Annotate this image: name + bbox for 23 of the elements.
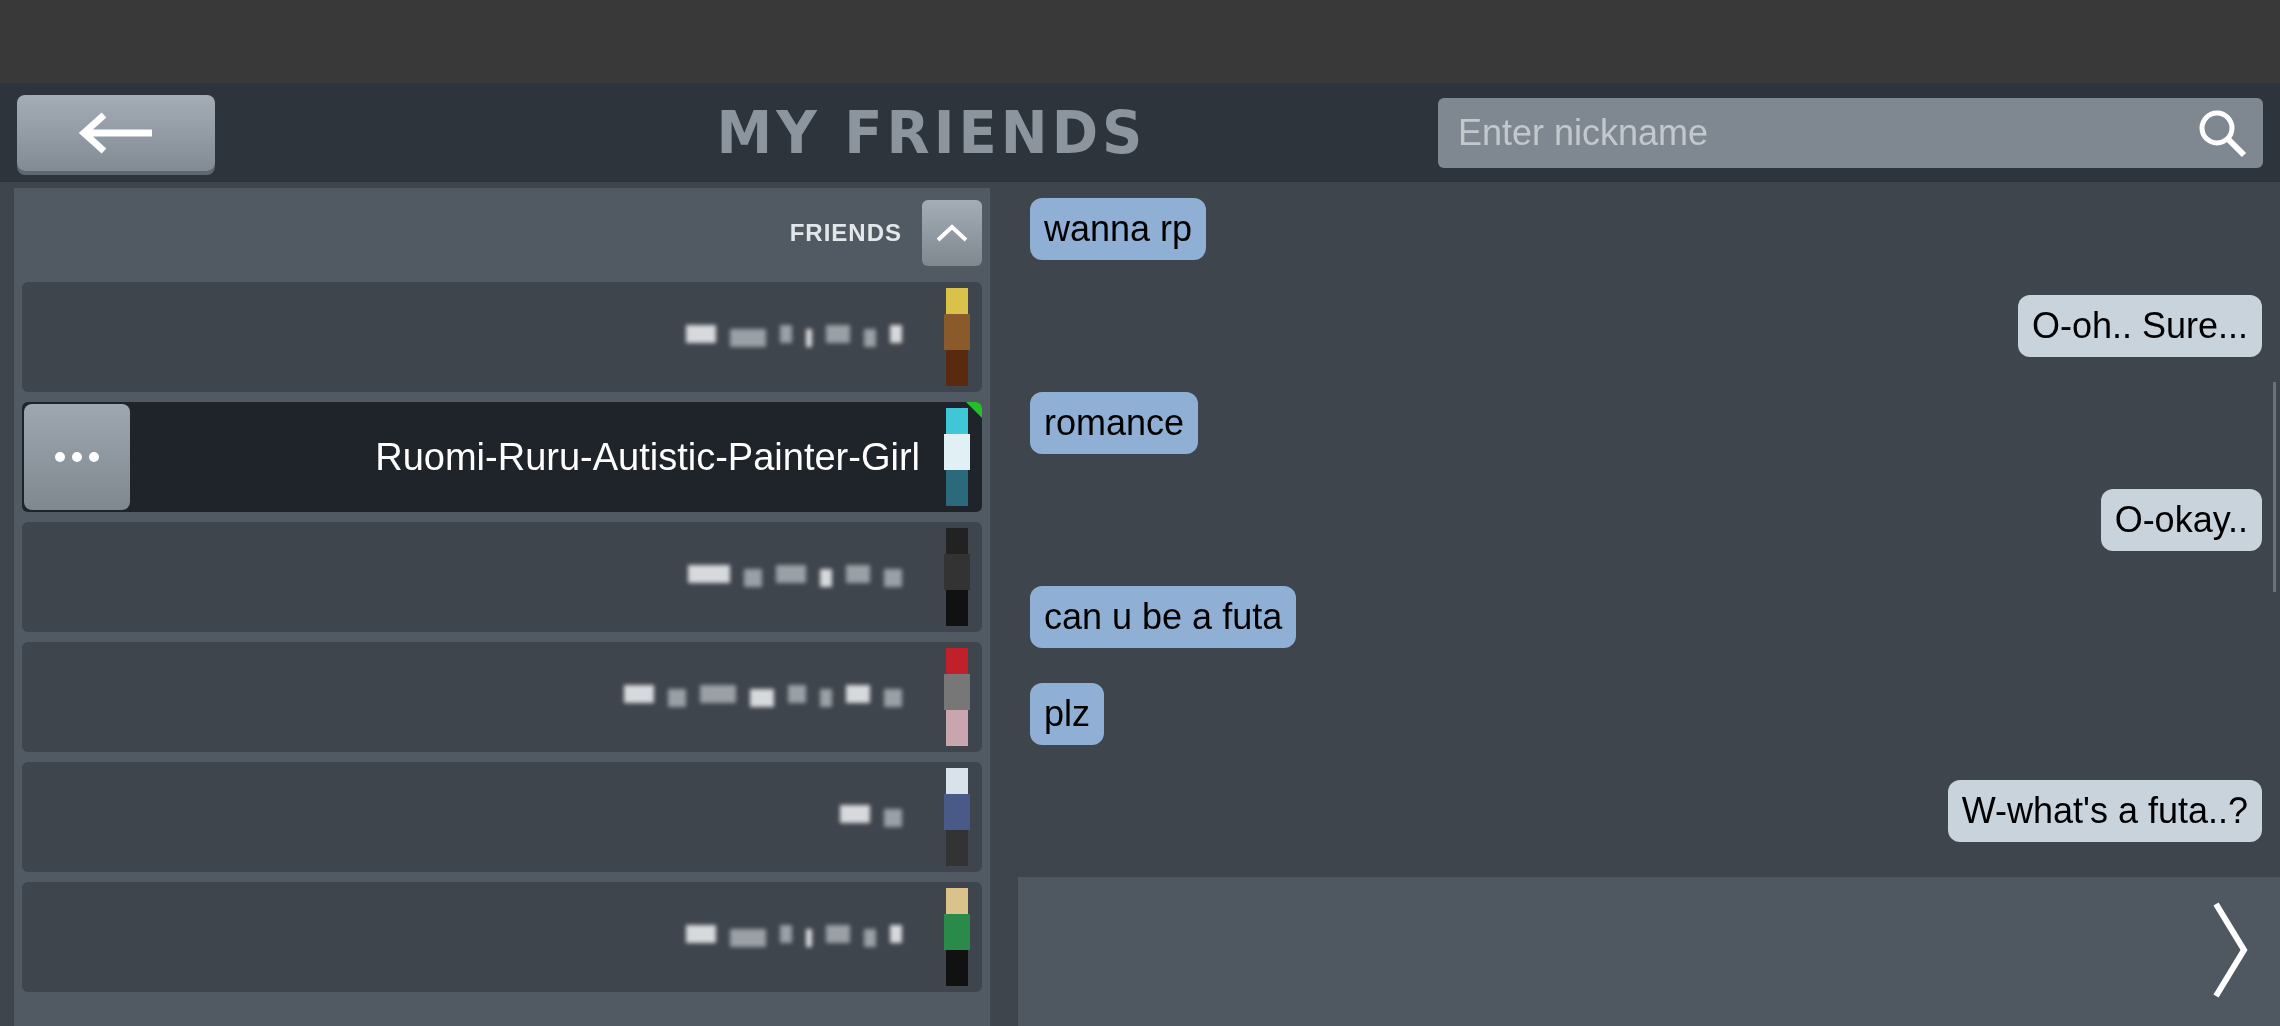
message-bubble: W-what's a futa..? bbox=[1947, 780, 2262, 842]
message-input[interactable] bbox=[1018, 877, 2280, 1026]
chevron-icon bbox=[935, 223, 969, 243]
message-bubble: romance bbox=[1030, 392, 1199, 454]
friend-row[interactable]: Ruomi-Ruru-Autistic-Painter-Girl bbox=[22, 402, 982, 512]
search-field[interactable]: Enter nickname bbox=[1438, 97, 2263, 168]
message-bubble: O-oh.. Sure... bbox=[2017, 295, 2262, 357]
friend-row[interactable] bbox=[22, 522, 982, 632]
page-title: MY FRIENDS bbox=[715, 98, 1148, 167]
friends-label: FRIENDS bbox=[789, 219, 902, 247]
message-bubble: can u be a futa bbox=[1030, 586, 1297, 648]
back-arrow-icon bbox=[78, 110, 154, 155]
more-button[interactable] bbox=[24, 404, 130, 510]
dots-icon bbox=[54, 451, 100, 463]
message-bubble: plz bbox=[1030, 683, 1105, 745]
friend-row[interactable] bbox=[22, 882, 982, 992]
message-bubble: O-okay.. bbox=[2100, 489, 2262, 551]
message-bubble: wanna rp bbox=[1030, 198, 1207, 260]
friend-name: Ruomi-Ruru-Autistic-Painter-Girl bbox=[374, 435, 921, 479]
friend-row[interactable] bbox=[22, 642, 982, 752]
friend-row[interactable] bbox=[22, 282, 982, 392]
collapse-button[interactable] bbox=[922, 200, 982, 266]
chevron-right-icon bbox=[2210, 900, 2250, 1000]
